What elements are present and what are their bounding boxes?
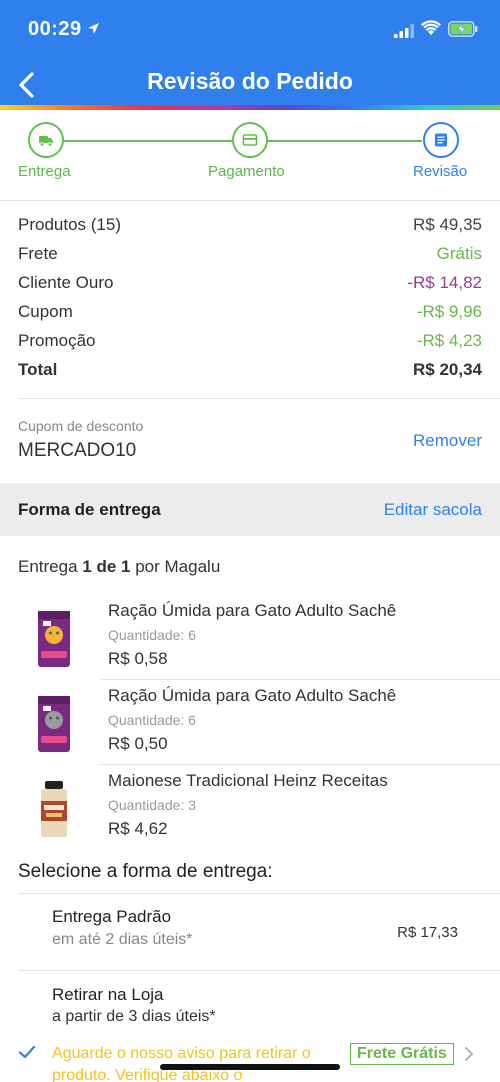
summary-value: -R$ 9,96 (416, 302, 482, 321)
status-bar: 00:29 (0, 0, 500, 58)
divider (18, 398, 500, 399)
coupon-code: MERCADO10 (18, 440, 137, 461)
summary-label: Frete (18, 244, 58, 263)
product-price: R$ 4,62 (108, 819, 168, 838)
chevron-right-icon[interactable] (463, 1045, 475, 1063)
step-connector (64, 140, 232, 142)
product-quantity: Quantidade: 6 (108, 712, 196, 728)
summary-row-coupon: Cupom -R$ 9,96 (18, 302, 482, 330)
shipping-option-price: R$ 17,33 (397, 924, 458, 941)
free-shipping-badge: Frete Grátis (350, 1043, 454, 1065)
location-arrow-icon (88, 23, 99, 34)
cat-food-pouch-image (38, 696, 70, 752)
summary-total-value: R$ 20,34 (413, 360, 482, 379)
shipping-option-eta: a partir de 3 dias úteis* (52, 1008, 216, 1025)
step-label-entrega[interactable]: Entrega (18, 163, 71, 180)
home-indicator[interactable] (160, 1064, 340, 1070)
summary-row-shipping: Frete Grátis (18, 244, 482, 272)
summary-value: R$ 49,35 (413, 215, 482, 234)
product-name: Ração Úmida para Gato Adulto Sachê (108, 601, 397, 620)
checkmark-icon (18, 1045, 36, 1059)
summary-label: Total (18, 360, 58, 379)
checkout-progress: Entrega Pagamento Revisão (0, 110, 500, 192)
divider (0, 200, 500, 201)
app-header: 00:29 Revisão do Pedido (0, 0, 500, 110)
delivery-info: Entrega 1 de 1 por Magalu (18, 557, 220, 577)
product-price: R$ 0,58 (108, 649, 168, 668)
step-label-pagamento[interactable]: Pagamento (208, 163, 285, 180)
summary-label: Produtos (15) (18, 215, 121, 234)
product-quantity: Quantidade: 6 (108, 627, 196, 643)
edit-bag-button[interactable]: Editar sacola (384, 500, 482, 520)
step-revisao[interactable] (423, 122, 459, 158)
shipping-option-standard[interactable]: Entrega Padrão em até 2 dias úteis* R$ 1… (0, 893, 500, 971)
summary-label: Cupom (18, 302, 73, 321)
wifi-icon (421, 20, 441, 35)
cat-food-pouch-image (38, 611, 70, 667)
product-item[interactable]: Maionese Tradicional Heinz Receitas Quan… (0, 767, 500, 852)
page-title: Revisão do Pedido (147, 68, 353, 94)
battery-charging-icon (448, 21, 478, 37)
shipping-option-name: Retirar na Loja (52, 985, 164, 1004)
document-icon (435, 133, 447, 147)
mayonnaise-jar-image (41, 781, 67, 837)
section-title: Forma de entrega (18, 500, 161, 519)
step-connector (268, 140, 422, 142)
step-label-revisao[interactable]: Revisão (413, 163, 467, 180)
shipping-option-name: Entrega Padrão (52, 907, 172, 926)
product-quantity: Quantidade: 3 (108, 797, 196, 813)
truck-icon (39, 136, 53, 147)
summary-value: -R$ 4,23 (416, 331, 482, 350)
summary-row-products: Produtos (15) R$ 49,35 (18, 215, 482, 243)
summary-value: Grátis (436, 244, 482, 263)
credit-card-icon (242, 134, 258, 146)
divider (100, 679, 500, 680)
delivery-section-header: Forma de entrega Editar sacola (0, 483, 500, 536)
summary-row-total: Total R$ 20,34 (18, 360, 482, 388)
product-name: Ração Úmida para Gato Adulto Sachê (108, 686, 397, 705)
summary-row-gold-client: Cliente Ouro -R$ 14,82 (18, 273, 482, 301)
summary-row-promotion: Promoção -R$ 4,23 (18, 331, 482, 359)
shipping-select-title: Selecione a forma de entrega: (18, 861, 273, 882)
summary-value: -R$ 14,82 (407, 273, 482, 292)
remove-coupon-button[interactable]: Remover (413, 431, 482, 451)
delivery-count: 1 de 1 (82, 557, 131, 576)
shipping-option-eta: em até 2 dias úteis* (52, 931, 193, 948)
cellular-signal-icon (394, 24, 414, 38)
step-pagamento[interactable] (232, 122, 268, 158)
product-name: Maionese Tradicional Heinz Receitas (108, 771, 388, 790)
delivery-prefix: Entrega (18, 557, 78, 576)
divider (100, 764, 500, 765)
delivery-seller: por Magalu (135, 557, 221, 576)
summary-label: Promoção (18, 331, 96, 350)
product-price: R$ 0,50 (108, 734, 168, 753)
summary-label: Cliente Ouro (18, 273, 114, 292)
coupon-label: Cupom de desconto (18, 418, 144, 434)
pickup-notice: Aguarde o nosso aviso para retirar o pro… (52, 1045, 311, 1082)
product-item[interactable]: Ração Úmida para Gato Adulto Sachê Quant… (0, 682, 500, 767)
status-time: 00:29 (28, 18, 82, 40)
step-entrega[interactable] (28, 122, 64, 158)
product-item[interactable]: Ração Úmida para Gato Adulto Sachê Quant… (0, 597, 500, 682)
